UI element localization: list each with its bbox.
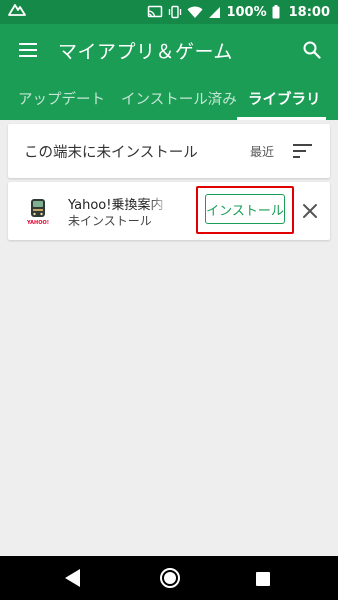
cast-icon	[147, 5, 163, 19]
status-left	[8, 3, 26, 21]
status-right: 100% 18:00	[147, 5, 330, 20]
back-icon	[65, 569, 80, 587]
battery-percent: 100%	[226, 4, 267, 20]
vibrate-icon	[168, 5, 182, 19]
signal-icon	[208, 6, 221, 19]
sort-label[interactable]: 最近	[250, 143, 274, 160]
app-name-fade	[148, 192, 170, 210]
tab-updates[interactable]: アップデート	[18, 76, 105, 120]
install-button[interactable]: インストール	[205, 194, 285, 224]
section-title: この端末に未インストール	[24, 144, 198, 161]
home-icon	[160, 568, 180, 588]
back-button[interactable]	[64, 568, 82, 592]
clock: 18:00	[288, 4, 330, 20]
sort-icon	[293, 144, 312, 158]
toolbar: マイアプリ＆ゲーム	[0, 24, 338, 76]
app-bar: マイアプリ＆ゲーム アップデート インストール済み ライブラリ	[0, 24, 338, 120]
app-icon: YAHOO!	[22, 195, 54, 227]
sort-button[interactable]	[292, 140, 314, 162]
home-button[interactable]	[159, 567, 181, 593]
page-title: マイアプリ＆ゲーム	[58, 40, 233, 63]
navigation-bar	[0, 556, 338, 600]
close-icon	[303, 204, 317, 218]
wifi-icon	[187, 6, 203, 19]
section-header-card: この端末に未インストール 最近	[8, 124, 330, 178]
notification-app-icon	[8, 3, 26, 21]
recent-apps-button[interactable]	[255, 571, 271, 591]
search-button[interactable]	[300, 38, 324, 62]
search-icon	[303, 41, 321, 59]
menu-button[interactable]	[16, 38, 40, 62]
remove-button[interactable]	[301, 202, 319, 220]
tab-library[interactable]: ライブラリ	[248, 76, 321, 120]
tab-indicator	[237, 117, 326, 120]
tab-installed[interactable]: インストール済み	[121, 76, 237, 120]
recent-apps-icon	[256, 572, 270, 586]
status-bar: 100% 18:00	[0, 0, 338, 24]
app-install-status: 未インストール	[68, 214, 152, 228]
svg-text:YAHOO!: YAHOO!	[26, 220, 49, 226]
tab-bar: アップデート インストール済み ライブラリ	[0, 76, 338, 120]
app-list-item[interactable]: YAHOO! Yahoo!乗換案内 未インストール インストール	[8, 182, 330, 240]
battery-icon	[272, 5, 280, 19]
hamburger-menu-icon	[19, 43, 37, 57]
